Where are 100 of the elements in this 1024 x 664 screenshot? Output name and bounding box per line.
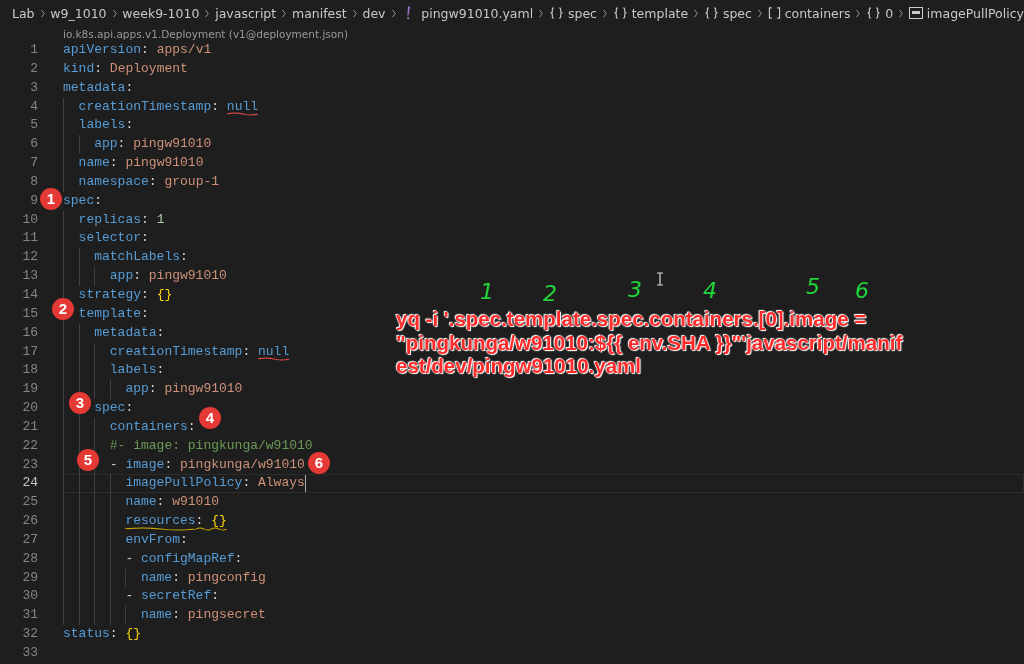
line-number: 15: [21, 304, 38, 323]
line-number: 5: [29, 116, 38, 135]
code-token: w91010: [172, 494, 219, 510]
code-token: :: [109, 155, 119, 171]
step-badge: 5: [77, 449, 99, 471]
chevron-icon: [855, 7, 862, 19]
breadcrumb-item[interactable]: Lab: [12, 5, 35, 21]
code-token: {}: [125, 626, 142, 642]
code-token: apiVersion: [63, 42, 141, 57]
chevron-icon: [281, 7, 287, 19]
code-lens[interactable]: io.k8s.api.apps.v1.Deployment (v1@deployment.json): [63, 28, 348, 40]
line-number: 33: [21, 644, 38, 662]
code-token: envFrom: [125, 531, 180, 547]
chevron-icon: [601, 7, 608, 19]
code-token: pingsecret: [187, 607, 266, 623]
code-token: replicas: [78, 211, 141, 227]
line-number: 18: [21, 361, 38, 380]
code-token: {}: [211, 513, 227, 529]
code-token: name: [78, 155, 110, 171]
step-badge: 6: [308, 452, 330, 474]
code-token: :: [234, 550, 243, 566]
code-token: name: [140, 569, 173, 585]
code-token: null: [226, 98, 259, 114]
step-badge: 2: [52, 298, 74, 320]
line-number: 28: [21, 549, 38, 568]
breadcrumb-item[interactable]: spec: [548, 5, 597, 21]
line-number: 10: [21, 210, 38, 229]
code-token: metadata: [94, 324, 157, 340]
mouse-cursor-icon: [656, 272, 664, 286]
braces-icon: [866, 7, 882, 19]
code-token: pingw91010: [164, 381, 243, 397]
step-number: 3: [628, 278, 642, 302]
code-token: :: [187, 418, 196, 434]
breadcrumb-item[interactable]: template: [612, 5, 689, 21]
code-token: :: [117, 136, 127, 152]
code-token: :: [195, 513, 205, 529]
chevron-icon: [351, 7, 358, 19]
code-token: :: [141, 211, 150, 227]
code-token: resources: [125, 513, 196, 529]
braces-icon: [548, 7, 564, 19]
line-number: 32: [21, 625, 38, 644]
line-number: 4: [29, 97, 38, 116]
code-token: pingw91010: [148, 268, 227, 284]
code-token: :: [172, 607, 181, 623]
breadcrumb-item[interactable]: javascript: [215, 5, 277, 21]
code-token: pingw91010: [125, 155, 204, 171]
step-number: 2: [543, 282, 557, 306]
breadcrumb-item[interactable]: containers: [767, 5, 851, 21]
code-token: :: [156, 362, 165, 378]
chevron-icon: [390, 7, 397, 19]
code-token: metadata: [63, 79, 126, 95]
line-number: 26: [21, 512, 38, 531]
code-token: :: [156, 324, 165, 340]
breadcrumb-item[interactable]: 0: [866, 5, 894, 21]
breadcrumb-item[interactable]: imagePullPolicy: [908, 5, 1024, 21]
code-token: name: [125, 494, 157, 510]
code-token: Deployment: [109, 60, 188, 76]
breadcrumb-item[interactable]: manifest: [291, 5, 347, 21]
annotation-text: yq -i '.spec.template.spec.containers.[0].image = "pingkunga/w91010:${{ env.SHA }}"'javascript/manif est/dev/pingw91010.yaml: [396, 307, 903, 378]
chevron-icon: [204, 7, 211, 19]
code-token: labels: [109, 362, 157, 378]
code-token: :: [148, 381, 158, 397]
code-token: namespace: [78, 173, 149, 189]
code-token: :: [164, 456, 174, 472]
code-token: strategy: [78, 286, 141, 302]
code-token: :: [125, 400, 134, 416]
breadcrumb-item[interactable]: week9-1010: [122, 5, 200, 21]
breadcrumb-item[interactable]: w9_1010: [50, 5, 107, 21]
code-token: matchLabels: [94, 249, 180, 265]
code-token: app: [109, 268, 134, 284]
code-token: :: [148, 173, 158, 189]
step-number: 6: [855, 279, 869, 303]
code-token: {}: [156, 286, 173, 302]
line-number: 27: [21, 530, 38, 549]
code-token: pingconfig: [187, 569, 266, 585]
line-number: 14: [21, 285, 38, 304]
code-token: name: [140, 607, 173, 623]
code-token: creationTimestamp: [78, 98, 212, 114]
chevron-icon: [39, 7, 46, 19]
breadcrumb-item[interactable]: spec: [703, 5, 752, 21]
code-token: :: [94, 192, 103, 208]
breadcrumb-item[interactable]: dev: [362, 5, 386, 21]
line-number: 31: [21, 606, 38, 625]
code-token: creationTimestamp: [109, 343, 243, 359]
code-token: :: [180, 531, 188, 547]
step-number: 4: [703, 279, 717, 303]
code-token: group-1: [164, 173, 220, 189]
breadcrumb-item[interactable]: pingw91010.yaml: [401, 5, 534, 21]
line-number: 11: [21, 229, 38, 248]
step-number: 1: [480, 280, 494, 304]
exclamation-icon: [405, 6, 412, 20]
code-token: #- image: pingkunga/w91010: [109, 437, 313, 453]
step-number: 5: [806, 275, 820, 299]
braces-icon: [612, 7, 628, 19]
chevron-icon: [538, 7, 544, 19]
line-number: 16: [21, 323, 38, 342]
code-token: apps/v1: [156, 42, 212, 57]
code-token: app: [94, 136, 118, 152]
code-token: :: [125, 79, 134, 95]
code-token: containers: [109, 418, 188, 434]
